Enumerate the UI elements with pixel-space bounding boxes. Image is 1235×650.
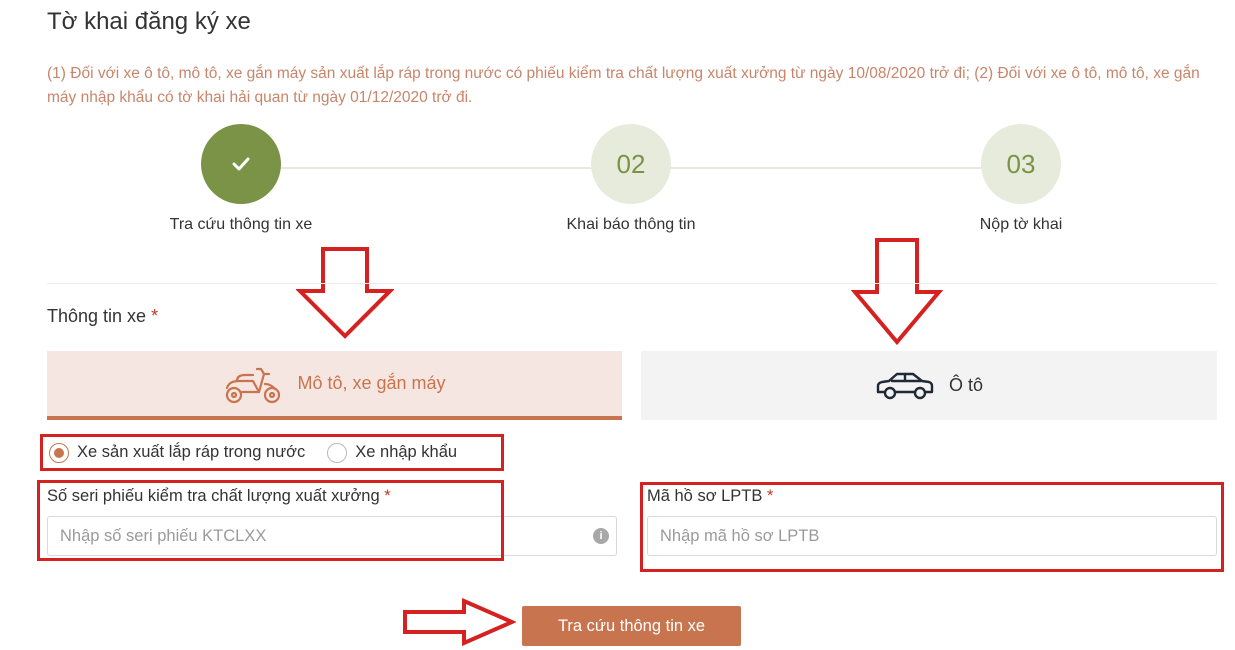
- step-3-label: Nộp tờ khai: [979, 216, 1063, 233]
- check-icon: [232, 157, 250, 171]
- radio-domestic-dot[interactable]: [49, 442, 69, 463]
- tab-motorbike[interactable]: Mô tô, xe gắn máy: [47, 351, 622, 420]
- required-mark: *: [766, 487, 774, 505]
- lookup-vehicle-button[interactable]: Tra cứu thông tin xe: [522, 606, 741, 646]
- required-mark: *: [151, 306, 159, 326]
- motorbike-icon: [226, 367, 281, 403]
- vehicle-info-label: Thông tin xe *: [47, 306, 158, 327]
- step-2-number: 02: [616, 148, 646, 179]
- notice-text: (1) Đối với xe ô tô, mô tô, xe gắn máy s…: [47, 65, 1200, 106]
- tab-car[interactable]: Ô tô: [641, 351, 1217, 420]
- vehicle-origin-radio-group: Xe sản xuất lắp ráp trong nước Xe nhập k…: [40, 434, 504, 471]
- down-arrow-icon: [851, 238, 943, 346]
- required-mark: *: [384, 487, 391, 505]
- section-divider: [47, 283, 1217, 284]
- radio-domestic-label: Xe sản xuất lắp ráp trong nước: [77, 443, 306, 461]
- radio-imported-label: Xe nhập khẩu: [355, 443, 458, 461]
- right-arrow-icon: [403, 598, 516, 646]
- lptb-field-label: Mã hồ sơ LPTB *: [647, 487, 773, 506]
- step-1-circle: [201, 124, 281, 204]
- step-2-circle: 02: [591, 124, 671, 204]
- radio-imported[interactable]: Xe nhập khẩu: [327, 442, 458, 463]
- serial-input[interactable]: [47, 516, 617, 556]
- page-title: Tờ khai đăng ký xe: [47, 8, 251, 35]
- lptb-label-text: Mã hồ sơ LPTB: [647, 487, 763, 505]
- step-3-circle: 03: [981, 124, 1061, 204]
- tab-car-label: Ô tô: [948, 375, 983, 395]
- radio-domestic[interactable]: Xe sản xuất lắp ráp trong nước: [49, 442, 306, 463]
- vehicle-info-label-text: Thông tin xe: [47, 306, 147, 326]
- serial-field-label: Số seri phiếu kiểm tra chất lượng xuất x…: [47, 487, 391, 506]
- radio-imported-dot[interactable]: [327, 442, 348, 463]
- lptb-input[interactable]: [647, 516, 1217, 556]
- down-arrow-icon: [296, 247, 394, 339]
- step-3-number: 03: [1006, 148, 1036, 179]
- car-icon: [876, 372, 934, 399]
- tab-motorbike-label: Mô tô, xe gắn máy: [297, 373, 446, 393]
- serial-label-text: Số seri phiếu kiểm tra chất lượng xuất x…: [47, 487, 380, 505]
- step-1-label: Tra cứu thông tin xe: [169, 216, 313, 233]
- step-2-label: Khai báo thông tin: [566, 216, 696, 233]
- info-icon[interactable]: i: [593, 528, 609, 544]
